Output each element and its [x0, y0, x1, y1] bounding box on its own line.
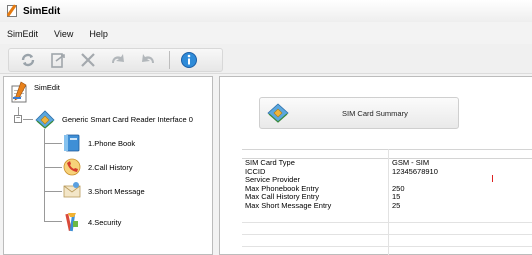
tree-root[interactable]: SimEdit — [10, 81, 60, 103]
tree-reader-node[interactable]: Generic Smart Card Reader Interface 0 — [34, 109, 193, 129]
menu-simedit[interactable]: SimEdit — [7, 29, 38, 39]
table-cell-field: Max Short Message Entry — [245, 200, 332, 210]
collapse-toggle[interactable]: − — [14, 115, 22, 123]
table-row: Max Short Message Entry 25 — [242, 200, 532, 211]
table-cell-value: 12345678910 — [392, 166, 438, 176]
tree-reader-label: Generic Smart Card Reader Interface 0 — [62, 114, 193, 124]
tree-item-call-history[interactable]: 2.Call History — [62, 157, 133, 177]
tree-root-label: SimEdit — [34, 83, 60, 92]
app-icon — [5, 4, 19, 18]
toolbar-button-group — [8, 48, 223, 72]
tree-item-phone-book[interactable]: 1.Phone Book — [62, 133, 135, 153]
sim-card-reader-icon — [35, 110, 55, 129]
tree-item-label: 4.Security — [88, 217, 122, 227]
table-cell-value: 250 — [392, 183, 405, 193]
table-row-empty — [242, 223, 532, 235]
export-icon — [51, 53, 65, 68]
table-column-divider — [388, 149, 389, 255]
sim-card-summary-button[interactable]: SIM Card Summary — [259, 97, 459, 129]
summary-panel: SIM Card Summary SIM Card Type GSM - SIM… — [219, 76, 532, 255]
export-button[interactable] — [47, 49, 69, 71]
menu-view[interactable]: View — [54, 29, 73, 39]
redo-icon — [142, 54, 154, 63]
menu-bar: SimEdit View Help — [0, 26, 532, 42]
window-title: SimEdit — [23, 5, 61, 17]
table-cell-value: 25 — [392, 200, 401, 210]
navigation-tree: SimEdit − Generic Smart Card Reader Inte… — [3, 76, 213, 255]
refresh-icon — [21, 53, 35, 67]
table-row-empty — [242, 211, 532, 223]
tree-item-label: 1.Phone Book — [88, 138, 136, 148]
table-row-empty — [242, 247, 532, 255]
redo-button[interactable] — [137, 49, 159, 71]
tree-item-security[interactable]: 4.Security — [62, 211, 121, 233]
delete-icon — [81, 53, 95, 67]
undo-button[interactable] — [107, 49, 129, 71]
title-bar: SimEdit — [0, 0, 532, 22]
phonebook-icon — [64, 134, 80, 152]
table-row-empty — [242, 235, 532, 247]
text-cursor — [492, 175, 493, 182]
delete-button[interactable] — [77, 49, 99, 71]
summary-table: SIM Card Type GSM - SIM ICCID 1234567891… — [242, 149, 532, 255]
refresh-button[interactable] — [17, 49, 39, 71]
toolbar-separator — [169, 51, 170, 69]
call-history-icon — [63, 158, 81, 176]
sim-card-icon — [267, 103, 289, 123]
info-button[interactable] — [178, 49, 200, 71]
table-cell-value — [390, 176, 532, 185]
toolbar — [0, 44, 532, 74]
sim-card-summary-label: SIM Card Summary — [342, 108, 408, 118]
tree-item-label: 2.Call History — [88, 162, 133, 172]
sms-icon — [63, 182, 81, 198]
tree-item-short-message[interactable]: 3.Short Message — [62, 181, 145, 201]
table-cell-value: 15 — [392, 192, 401, 202]
menu-help[interactable]: Help — [89, 29, 108, 39]
info-icon — [181, 52, 197, 68]
security-icon — [65, 213, 78, 232]
tree-item-label: 3.Short Message — [88, 186, 145, 196]
table-row: SIM Card Type GSM - SIM — [242, 158, 532, 168]
simedit-icon — [11, 81, 27, 103]
undo-icon — [112, 54, 124, 63]
